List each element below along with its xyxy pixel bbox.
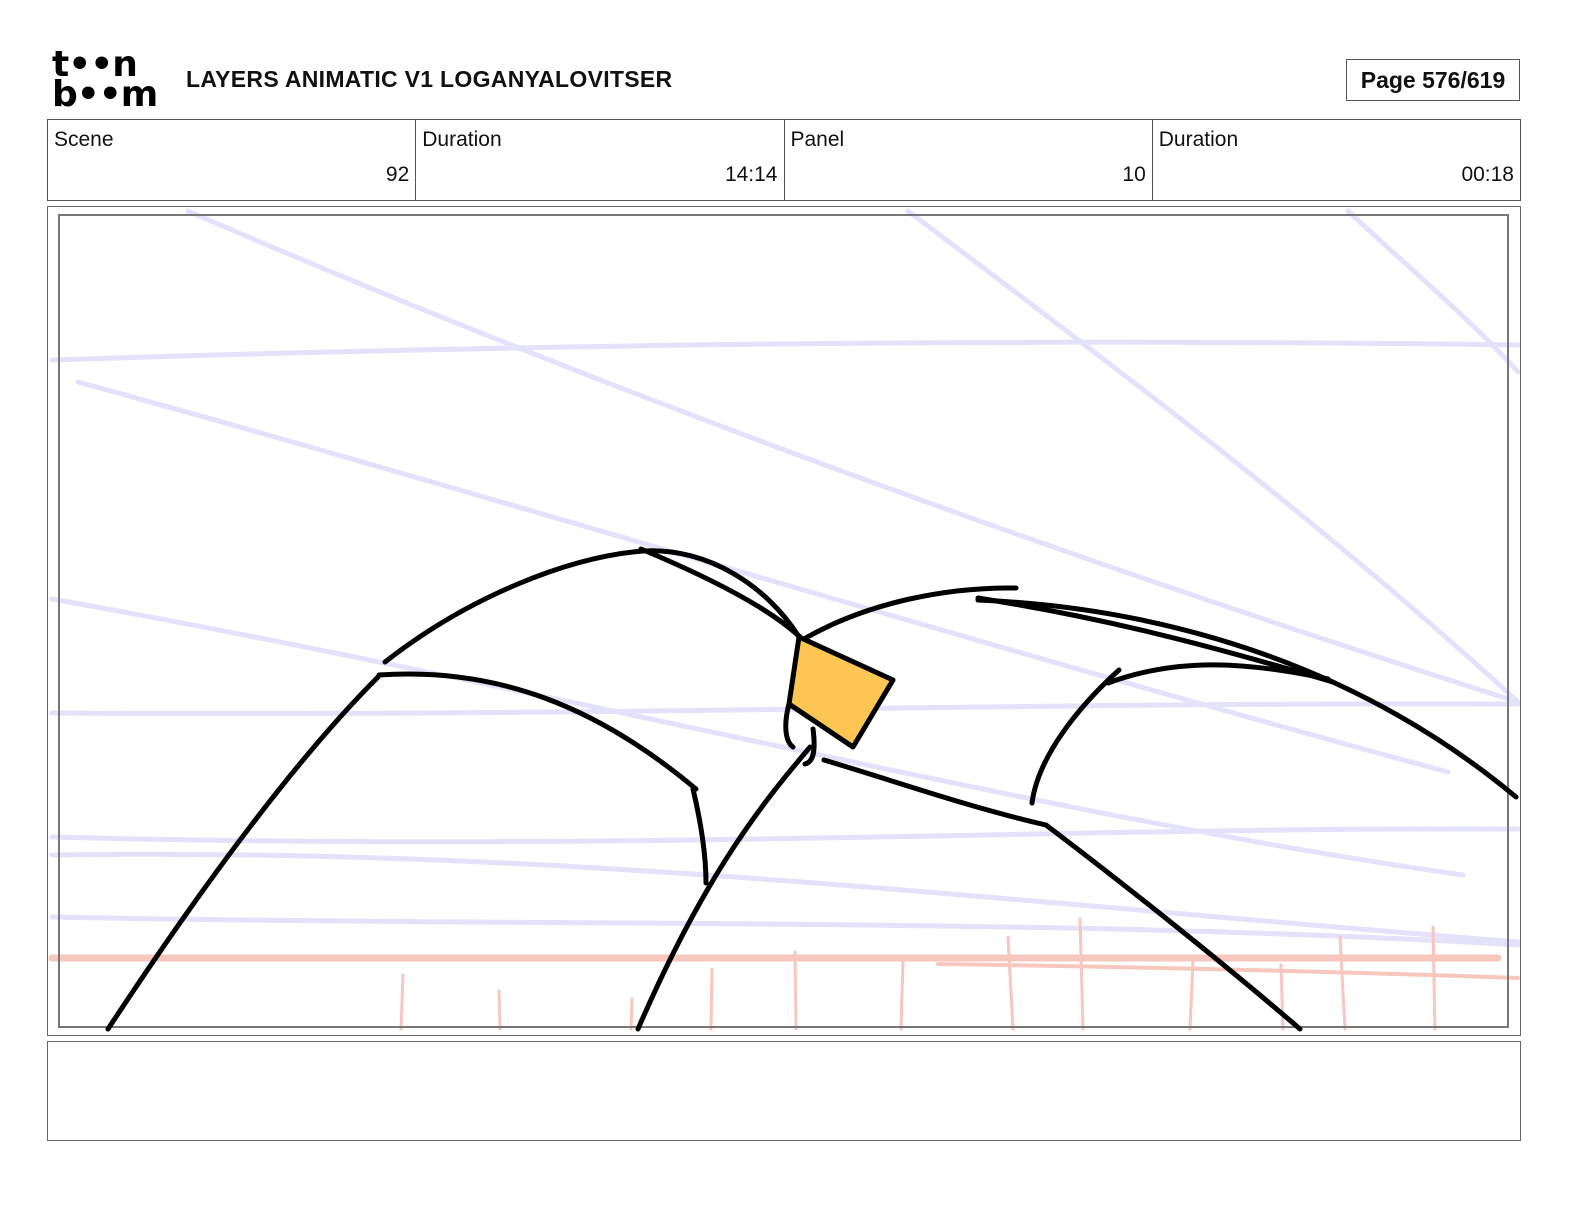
- logo-text-bottom: b••m: [52, 74, 158, 115]
- yellow-patch: [786, 634, 896, 750]
- panel-label: Panel: [790, 128, 845, 151]
- scene-duration-label: Duration: [422, 128, 502, 151]
- panel-sketch: [48, 208, 1520, 1032]
- page-indicator: Page 576/619: [1346, 59, 1520, 101]
- panel-duration-cell: Duration 00:18: [1153, 120, 1520, 200]
- toon-boom-logo: t••n b••m: [52, 47, 164, 115]
- document-title: LAYERS ANIMATIC V1 LOGANYALOVITSER: [186, 66, 673, 92]
- scene-value: 92: [385, 163, 410, 186]
- scene-info-table: Scene 92 Duration 14:14 Panel 10 Duratio…: [47, 119, 1521, 201]
- scene-label: Scene: [54, 128, 114, 151]
- panel-value: 10: [1122, 163, 1146, 186]
- panel-duration-value: 00:18: [1461, 163, 1514, 186]
- scene-duration-cell: Duration 14:14: [416, 120, 785, 200]
- panel-cell: Panel 10: [785, 120, 1153, 200]
- perspective-guide-lines: [49, 208, 1520, 948]
- panel-notes-box: [47, 1041, 1521, 1141]
- storyboard-panel: [47, 206, 1521, 1036]
- scene-cell: Scene 92: [48, 120, 417, 200]
- scene-duration-value: 14:14: [724, 163, 778, 186]
- panel-duration-label: Duration: [1158, 128, 1239, 151]
